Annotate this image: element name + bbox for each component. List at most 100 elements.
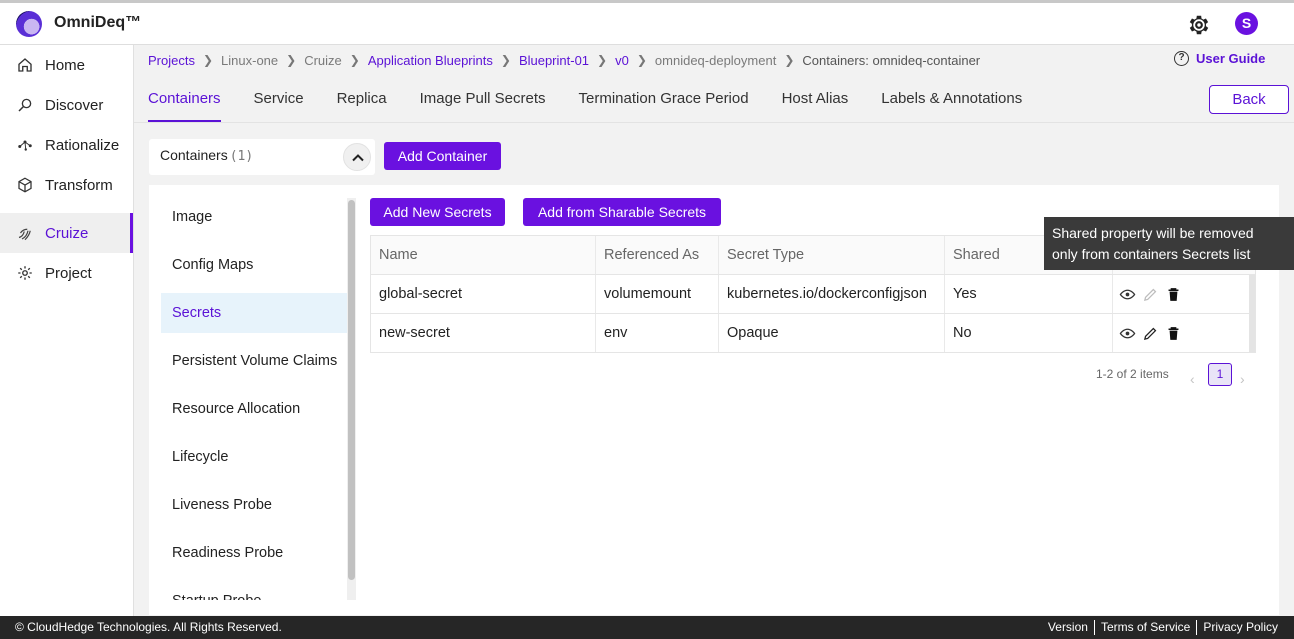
pagination-next-icon[interactable]: ›: [1240, 371, 1245, 387]
user-avatar[interactable]: S: [1235, 12, 1258, 35]
tab-host-alias[interactable]: Host Alias: [782, 82, 849, 122]
trash-icon[interactable]: [1165, 325, 1182, 342]
subnav-readiness-probe[interactable]: Readiness Probe: [161, 533, 347, 573]
container-tabs: Containers Service Replica Image Pull Se…: [148, 82, 1055, 122]
footer-divider: [1196, 620, 1198, 635]
column-header-secret-type: Secret Type: [719, 236, 945, 274]
chevron-right-icon: ❯: [597, 53, 608, 67]
transform-icon: [18, 177, 32, 193]
breadcrumb-application-blueprints[interactable]: Application Blueprints: [368, 53, 493, 68]
chevron-up-icon: [352, 154, 364, 162]
pencil-icon-disabled: [1143, 288, 1157, 301]
tabs-divider: [134, 122, 1294, 123]
pencil-icon[interactable]: [1142, 325, 1159, 342]
chevron-right-icon: ❯: [349, 53, 360, 67]
chevron-right-icon: ❯: [636, 53, 647, 67]
user-guide-link[interactable]: ? User Guide: [1174, 51, 1265, 66]
cruize-icon: [18, 228, 31, 241]
pagination-summary: 1-2 of 2 items: [1096, 367, 1169, 381]
cell-actions: [1113, 314, 1255, 352]
subnav-liveness-probe[interactable]: Liveness Probe: [161, 485, 347, 525]
sidebar-item-cruize[interactable]: Cruize: [0, 213, 133, 253]
user-guide-label: User Guide: [1196, 51, 1266, 66]
subnav-image[interactable]: Image: [161, 197, 347, 237]
gear-icon[interactable]: [1186, 12, 1212, 38]
chevron-right-icon: ❯: [500, 53, 511, 67]
cell-secret-type: Opaque: [719, 314, 945, 352]
footer: © CloudHedge Technologies. All Rights Re…: [0, 616, 1294, 639]
chevron-right-icon: ❯: [784, 53, 795, 67]
sidebar-item-label: Cruize: [45, 224, 89, 242]
tab-service[interactable]: Service: [254, 82, 304, 122]
tab-termination-grace-period[interactable]: Termination Grace Period: [579, 82, 749, 122]
table-row: new-secret env Opaque No: [371, 314, 1255, 353]
project-gear-icon: [18, 266, 32, 280]
add-new-secrets-button[interactable]: Add New Secrets: [370, 198, 505, 226]
tooltip-line-1: Shared property will be removed: [1052, 225, 1254, 241]
cell-shared: No: [945, 314, 1113, 352]
sidebar-item-label: Transform: [45, 176, 113, 194]
sidebar-item-transform[interactable]: Transform: [0, 165, 133, 205]
containers-label: Containers (1): [160, 147, 253, 164]
sidebar-item-discover[interactable]: Discover: [0, 85, 133, 125]
sidebar-item-label: Home: [45, 56, 86, 74]
subnav-startup-probe[interactable]: Startup Probe: [161, 581, 347, 600]
sidebar: Home Discover Rationalize Transform Crui…: [0, 45, 134, 616]
subnav-config-maps[interactable]: Config Maps: [161, 245, 347, 285]
tab-containers[interactable]: Containers: [148, 82, 221, 122]
copyright-text: © CloudHedge Technologies. All Rights Re…: [15, 620, 282, 634]
top-header: OmniDeq™ S: [0, 0, 1294, 45]
table-scrollbar[interactable]: [1249, 275, 1255, 352]
footer-privacy-link[interactable]: Privacy Policy: [1203, 620, 1278, 635]
footer-links: Version Terms of Service Privacy Policy: [1048, 620, 1278, 635]
pagination-page[interactable]: 1: [1208, 363, 1232, 386]
add-container-button[interactable]: Add Container: [384, 142, 501, 170]
cell-name: global-secret: [371, 275, 596, 313]
brand-name: OmniDeq™: [54, 14, 142, 31]
omnideq-logo[interactable]: [16, 11, 42, 37]
cell-referenced-as: env: [596, 314, 719, 352]
sidebar-item-home[interactable]: Home: [0, 45, 133, 85]
tooltip-line-2: only from containers Secrets list: [1052, 246, 1251, 262]
table-row: global-secret volumemount kubernetes.io/…: [371, 275, 1255, 314]
column-header-name: Name: [371, 236, 596, 274]
sidebar-item-rationalize[interactable]: Rationalize: [0, 125, 133, 165]
breadcrumb-version[interactable]: v0: [615, 53, 629, 68]
shared-tooltip: Shared property will be removed only fro…: [1044, 217, 1294, 270]
breadcrumb-deployment: omnideq-deployment: [654, 52, 777, 68]
subnav-secrets[interactable]: Secrets: [161, 293, 347, 333]
help-icon: ?: [1174, 51, 1189, 66]
breadcrumb: Projects ❯ Linux-one ❯ Cruize ❯ Applicat…: [148, 51, 980, 69]
pagination-prev-icon[interactable]: ‹: [1190, 371, 1195, 387]
tab-labels-annotations[interactable]: Labels & Annotations: [881, 82, 1022, 122]
cell-actions: [1113, 275, 1255, 313]
add-sharable-secrets-button[interactable]: Add from Sharable Secrets: [523, 198, 721, 226]
subnav-scroll-thumb[interactable]: [348, 200, 355, 580]
breadcrumb-blueprint[interactable]: Blueprint-01: [519, 53, 589, 68]
containers-count: (1): [229, 149, 254, 164]
chevron-right-icon: ❯: [202, 53, 214, 67]
eye-icon[interactable]: [1119, 286, 1136, 303]
subnav-persistent-volume-claims[interactable]: Persistent Volume Claims: [161, 341, 347, 381]
breadcrumb-cruize: Cruize: [304, 52, 342, 68]
container-subnav: Image Config Maps Secrets Persistent Vol…: [149, 185, 349, 600]
tab-replica[interactable]: Replica: [337, 82, 387, 122]
breadcrumb-projects[interactable]: Projects: [148, 53, 195, 68]
tab-image-pull-secrets[interactable]: Image Pull Secrets: [420, 82, 546, 122]
cell-secret-type: kubernetes.io/dockerconfigjson: [719, 275, 945, 313]
cell-name: new-secret: [371, 314, 596, 352]
subnav-resource-allocation[interactable]: Resource Allocation: [161, 389, 347, 429]
containers-selector: Containers (1): [149, 139, 375, 175]
footer-version-link[interactable]: Version: [1048, 620, 1088, 635]
trash-icon[interactable]: [1165, 286, 1182, 303]
discover-icon: [18, 98, 32, 112]
chevron-right-icon: ❯: [286, 53, 297, 67]
collapse-button[interactable]: [343, 143, 371, 171]
subnav-lifecycle[interactable]: Lifecycle: [161, 437, 347, 477]
eye-icon[interactable]: [1119, 325, 1136, 342]
footer-terms-link[interactable]: Terms of Service: [1101, 620, 1190, 635]
sidebar-item-project[interactable]: Project: [0, 253, 133, 293]
back-button[interactable]: Back: [1209, 85, 1289, 114]
cell-referenced-as: volumemount: [596, 275, 719, 313]
breadcrumb-linux-one: Linux-one: [221, 52, 279, 68]
